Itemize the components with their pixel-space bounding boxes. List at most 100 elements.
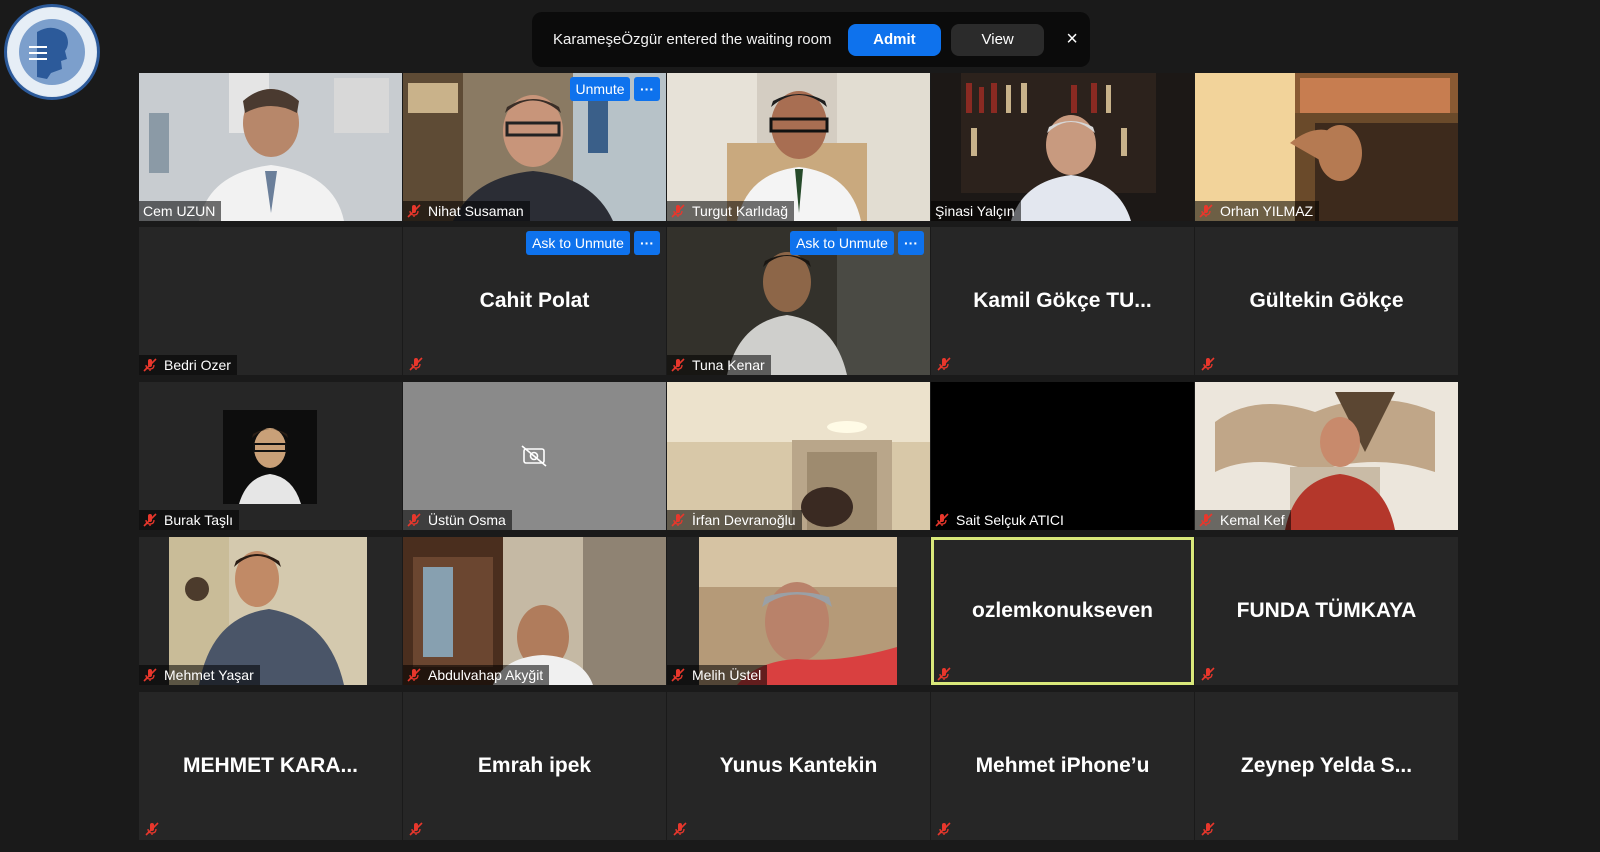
- participant-tile[interactable]: Gültekin Gökçe: [1195, 227, 1458, 375]
- participant-video: [667, 537, 930, 685]
- participant-tile[interactable]: Şinasi Yalçın: [931, 73, 1194, 221]
- participant-name-label: Şinasi Yalçın: [931, 201, 1021, 221]
- participant-video: [667, 73, 930, 221]
- participant-display-name: ozlemkonukseven: [972, 599, 1153, 622]
- participant-display-name: Emrah ipek: [477, 754, 592, 777]
- muted-mic-icon: [409, 357, 423, 371]
- participant-display-name: Gültekin Gökçe: [1249, 289, 1404, 312]
- more-options-button[interactable]: ···: [898, 231, 924, 255]
- participant-name-label: Sait Selçuk ATICI: [931, 510, 1070, 530]
- video-off-icon: [403, 382, 666, 530]
- organization-logo: [4, 4, 100, 100]
- muted-mic-icon: [671, 204, 685, 218]
- participant-tile[interactable]: FUNDA TÜMKAYA: [1195, 537, 1458, 685]
- ask-to-unmute-button[interactable]: Ask to Unmute: [526, 231, 630, 255]
- participant-name-label: Abdulvahap Akyğit: [403, 665, 550, 685]
- participant-name: Abdulvahap Akyğit: [428, 667, 544, 683]
- participant-tile[interactable]: Kemal Kef: [1195, 382, 1458, 530]
- participant-name: Turgut Karlıdağ: [692, 203, 788, 219]
- participant-video: [667, 382, 930, 530]
- participant-name: Orhan YILMAZ: [1220, 203, 1314, 219]
- participant-tile[interactable]: Burak Taşlı: [139, 382, 402, 530]
- participant-name: Üstün Osma: [428, 512, 506, 528]
- participant-tile[interactable]: Sait Selçuk ATICI: [931, 382, 1194, 530]
- participant-tile[interactable]: Orhan YILMAZ: [1195, 73, 1458, 221]
- muted-mic-icon: [673, 822, 687, 836]
- participant-name-label: Mehmet Yaşar: [139, 665, 260, 685]
- muted-mic-icon: [671, 358, 685, 372]
- participant-video: [139, 73, 402, 221]
- participant-video: [931, 73, 1194, 221]
- participant-video: [1195, 73, 1458, 221]
- muted-mic-icon: [1199, 513, 1213, 527]
- participant-display-name: Mehmet iPhone’u: [975, 754, 1150, 777]
- participant-tile[interactable]: Mehmet Yaşar: [139, 537, 402, 685]
- muted-mic-icon: [1201, 667, 1215, 681]
- muted-mic-icon: [1201, 357, 1215, 371]
- participant-video: [931, 382, 1194, 530]
- muted-mic-icon: [671, 668, 685, 682]
- participant-name-label: Cem UZUN: [139, 201, 222, 221]
- participant-name-label: Melih Üstel: [667, 665, 768, 685]
- muted-mic-icon: [671, 513, 685, 527]
- participant-tile[interactable]: Nihat Susaman Unmute ···: [403, 73, 666, 221]
- participant-name-label: Orhan YILMAZ: [1195, 201, 1320, 221]
- participant-tile[interactable]: İrfan Devranoğlu: [667, 382, 930, 530]
- close-notification-button[interactable]: ×: [1054, 24, 1090, 56]
- participant-name: Cem UZUN: [143, 203, 216, 219]
- participant-tile[interactable]: Mehmet iPhone’u: [931, 692, 1194, 840]
- participant-display-name: MEHMET KARA...: [183, 754, 358, 777]
- participant-name: Burak Taşlı: [164, 512, 233, 528]
- participant-tile[interactable]: Turgut Karlıdağ: [667, 73, 930, 221]
- ask-to-unmute-button[interactable]: Ask to Unmute: [790, 231, 894, 255]
- participant-tile[interactable]: Melih Üstel: [667, 537, 930, 685]
- participant-name: Bedri Ozer: [164, 357, 231, 373]
- unmute-button[interactable]: Unmute: [570, 77, 630, 101]
- participant-name: Kemal Kef: [1220, 512, 1285, 528]
- participant-name: Mehmet Yaşar: [164, 667, 254, 683]
- participant-tile[interactable]: MEHMET KARA...: [139, 692, 402, 840]
- participant-name-label: Üstün Osma: [403, 510, 512, 530]
- participant-tile[interactable]: Cahit Polat Ask to Unmute ···: [403, 227, 666, 375]
- muted-mic-icon: [937, 357, 951, 371]
- muted-mic-icon: [1199, 204, 1213, 218]
- waiting-room-notification: KarameşeÖzgür entered the waiting room A…: [532, 12, 1090, 67]
- waiting-room-message: KarameşeÖzgür entered the waiting room: [553, 31, 832, 48]
- muted-mic-icon: [145, 822, 159, 836]
- participant-tile[interactable]: ozlemkonukseven: [931, 537, 1194, 685]
- participant-display-name: Zeynep Yelda S...: [1240, 754, 1413, 777]
- muted-mic-icon: [409, 822, 423, 836]
- participant-display-name: Yunus Kantekin: [719, 754, 878, 777]
- participant-name: Tuna Kenar: [692, 357, 765, 373]
- participant-tile[interactable]: Bedri Ozer: [139, 227, 402, 375]
- muted-mic-icon: [1201, 822, 1215, 836]
- participant-name: Melih Üstel: [692, 667, 762, 683]
- participant-name: İrfan Devranoğlu: [692, 512, 796, 528]
- participant-video: [139, 537, 402, 685]
- participant-tile[interactable]: Cem UZUN: [139, 73, 402, 221]
- muted-mic-icon: [935, 513, 949, 527]
- more-options-button[interactable]: ···: [634, 231, 660, 255]
- participant-tile[interactable]: Abdulvahap Akyğit: [403, 537, 666, 685]
- participant-name: Sait Selçuk ATICI: [956, 512, 1064, 528]
- participant-name: Nihat Susaman: [428, 203, 524, 219]
- muted-mic-icon: [937, 822, 951, 836]
- muted-mic-icon: [407, 204, 421, 218]
- muted-mic-icon: [937, 667, 951, 681]
- view-button[interactable]: View: [951, 23, 1045, 56]
- participant-tile[interactable]: Kamil Gökçe TU...: [931, 227, 1194, 375]
- participant-tile[interactable]: Zeynep Yelda S...: [1195, 692, 1458, 840]
- muted-mic-icon: [143, 513, 157, 527]
- participant-name-label: Bedri Ozer: [139, 355, 237, 375]
- participant-tile[interactable]: Emrah ipek: [403, 692, 666, 840]
- participant-name-label: Burak Taşlı: [139, 510, 239, 530]
- more-options-button[interactable]: ···: [634, 77, 660, 101]
- admit-button[interactable]: Admit: [847, 23, 942, 56]
- participant-tile[interactable]: Üstün Osma: [403, 382, 666, 530]
- participant-tile[interactable]: Yunus Kantekin: [667, 692, 930, 840]
- participant-display-name: FUNDA TÜMKAYA: [1236, 599, 1417, 622]
- muted-mic-icon: [143, 358, 157, 372]
- participant-name-label: Kemal Kef: [1195, 510, 1291, 530]
- participant-tile[interactable]: Tuna Kenar Ask to Unmute ···: [667, 227, 930, 375]
- participant-video: [403, 537, 666, 685]
